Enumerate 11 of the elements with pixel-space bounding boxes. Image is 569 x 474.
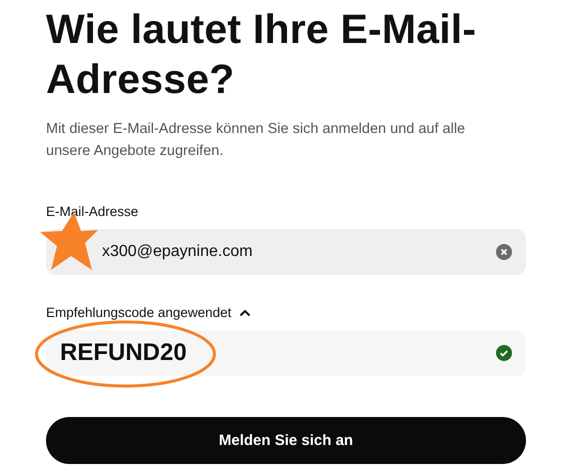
chevron-icon[interactable] [239, 308, 252, 316]
page-heading: Wie lautet Ihre E-Mail-Adresse? [46, 5, 478, 104]
field-label: Empfehlungscode angewendet [46, 305, 232, 320]
referral-code-value: REFUND20 [60, 339, 188, 367]
email-value: x300@epaynine.com [101, 243, 254, 261]
sign-in-button[interactable]: Melden Sie sich an [46, 417, 526, 464]
email-field[interactable]: x300@epaynine.com [46, 229, 526, 275]
referral-code-field[interactable]: REFUND20 [46, 330, 526, 376]
clear-icon[interactable] [496, 244, 512, 260]
field-label: E-Mail-Adresse [46, 204, 138, 219]
description-text: Mit dieser E-Mail-Adresse können Sie sich anmelden und auf alle unsere Angebote zugreifen. [46, 120, 466, 161]
